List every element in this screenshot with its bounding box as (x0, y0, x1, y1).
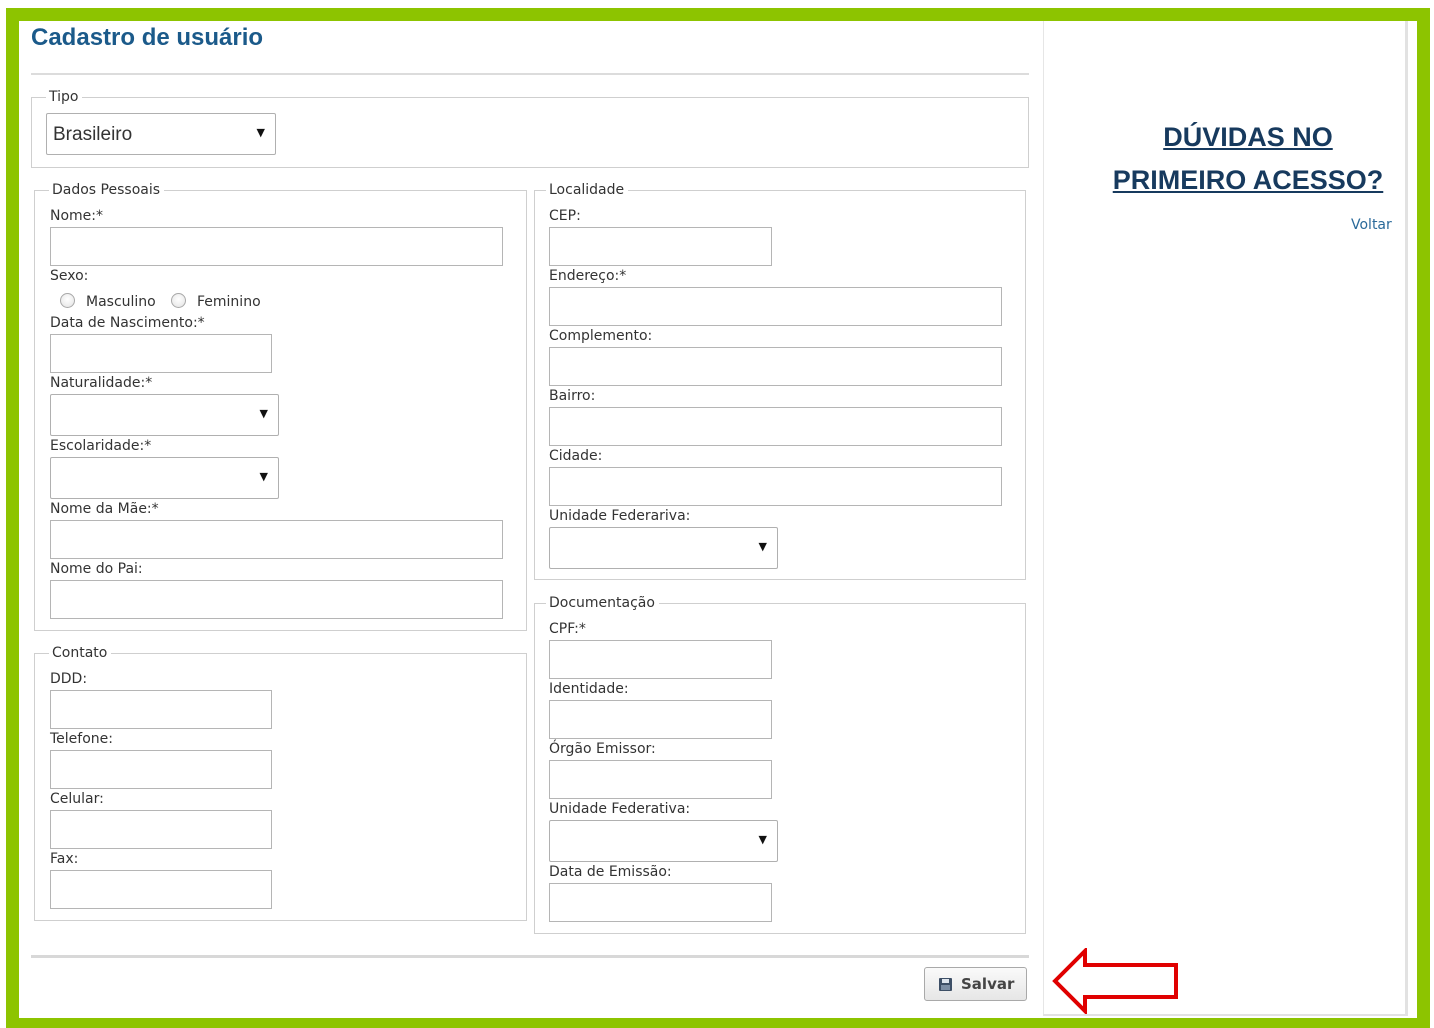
orgao-label: Órgão Emissor: (549, 741, 656, 757)
sidebar-bottom-edge (1043, 1014, 1408, 1016)
cidade-label: Cidade: (549, 448, 603, 464)
telefone-label: Telefone: (50, 731, 113, 747)
bairro-input[interactable] (549, 407, 1002, 446)
title-divider (31, 73, 1029, 75)
sexo-masculino-label: Masculino (86, 294, 156, 310)
nome-label: Nome:* (50, 208, 104, 224)
nascimento-label: Data de Nascimento:* (50, 315, 205, 331)
legend-localidade: Localidade (546, 182, 629, 199)
caret-down-icon: ▼ (259, 470, 268, 483)
identidade-input[interactable] (549, 700, 772, 739)
caret-down-icon: ▼ (259, 407, 268, 420)
fax-input[interactable] (50, 870, 272, 909)
complemento-label: Complemento: (549, 328, 653, 344)
uf-documento-label: Unidade Federativa: (549, 801, 691, 817)
ddd-input[interactable] (50, 690, 272, 729)
complemento-input[interactable] (549, 347, 1002, 386)
endereco-input[interactable] (549, 287, 1002, 326)
caret-down-icon: ▼ (256, 126, 265, 139)
uf-documento-select[interactable]: ▼ (549, 820, 778, 862)
emissao-input[interactable] (549, 883, 772, 922)
naturalidade-select[interactable]: ▼ (50, 394, 279, 436)
nascimento-input[interactable] (50, 334, 272, 373)
emissao-label: Data de Emissão: (549, 864, 672, 880)
escolaridade-select[interactable]: ▼ (50, 457, 279, 499)
legend-documentacao: Documentação (546, 595, 659, 612)
ddd-label: DDD: (50, 671, 88, 687)
identidade-label: Identidade: (549, 681, 629, 697)
actions-divider (31, 955, 1029, 958)
nome-input[interactable] (50, 227, 503, 266)
bairro-label: Bairro: (549, 388, 596, 404)
tipo-select-value: Brasileiro (53, 124, 133, 145)
pai-label: Nome do Pai: (50, 561, 143, 577)
cep-label: CEP: (549, 208, 581, 224)
uf-localidade-select[interactable]: ▼ (549, 527, 778, 569)
cep-input[interactable] (549, 227, 772, 266)
fax-label: Fax: (50, 851, 79, 867)
uf-localidade-label: Unidade Federariva: (549, 508, 691, 524)
caret-down-icon: ▼ (758, 833, 767, 846)
sexo-label: Sexo: (50, 268, 89, 284)
sexo-feminino-radio[interactable] (171, 293, 186, 308)
celular-label: Celular: (50, 791, 104, 807)
sexo-feminino-label: Feminino (197, 294, 261, 310)
cidade-input[interactable] (549, 467, 1002, 506)
legend-dados-pessoais: Dados Pessoais (49, 182, 165, 199)
back-link[interactable]: Voltar (1351, 217, 1392, 233)
caret-down-icon: ▼ (758, 540, 767, 553)
legend-tipo: Tipo (46, 89, 83, 106)
left-arrow-icon (1052, 948, 1178, 1014)
tipo-select[interactable]: Brasileiro ▼ (46, 113, 276, 155)
sidebar-edge (1405, 21, 1408, 1016)
floppy-disk-icon (939, 978, 952, 991)
mae-input[interactable] (50, 520, 503, 559)
cpf-input[interactable] (549, 640, 772, 679)
help-link-line2: PRIMEIRO ACESSO? (1112, 165, 1384, 195)
cpf-label: CPF:* (549, 621, 586, 637)
endereco-label: Endereço:* (549, 268, 627, 284)
mae-label: Nome da Mãe:* (50, 501, 159, 517)
sidebar-divider (1043, 21, 1044, 1016)
save-button-label: Salvar (961, 975, 1015, 993)
help-first-access-link[interactable]: DÚVIDAS NO PRIMEIRO ACESSO? (1108, 116, 1388, 202)
save-button[interactable]: Salvar (924, 967, 1027, 1001)
legend-contato: Contato (49, 645, 112, 662)
celular-input[interactable] (50, 810, 272, 849)
sexo-masculino-radio[interactable] (60, 293, 75, 308)
orgao-input[interactable] (549, 760, 772, 799)
escolaridade-label: Escolaridade:* (50, 438, 152, 454)
page-title: Cadastro de usuário (31, 24, 264, 51)
help-link-line1: DÚVIDAS NO (1163, 122, 1333, 152)
pai-input[interactable] (50, 580, 503, 619)
naturalidade-label: Naturalidade:* (50, 375, 153, 391)
telefone-input[interactable] (50, 750, 272, 789)
